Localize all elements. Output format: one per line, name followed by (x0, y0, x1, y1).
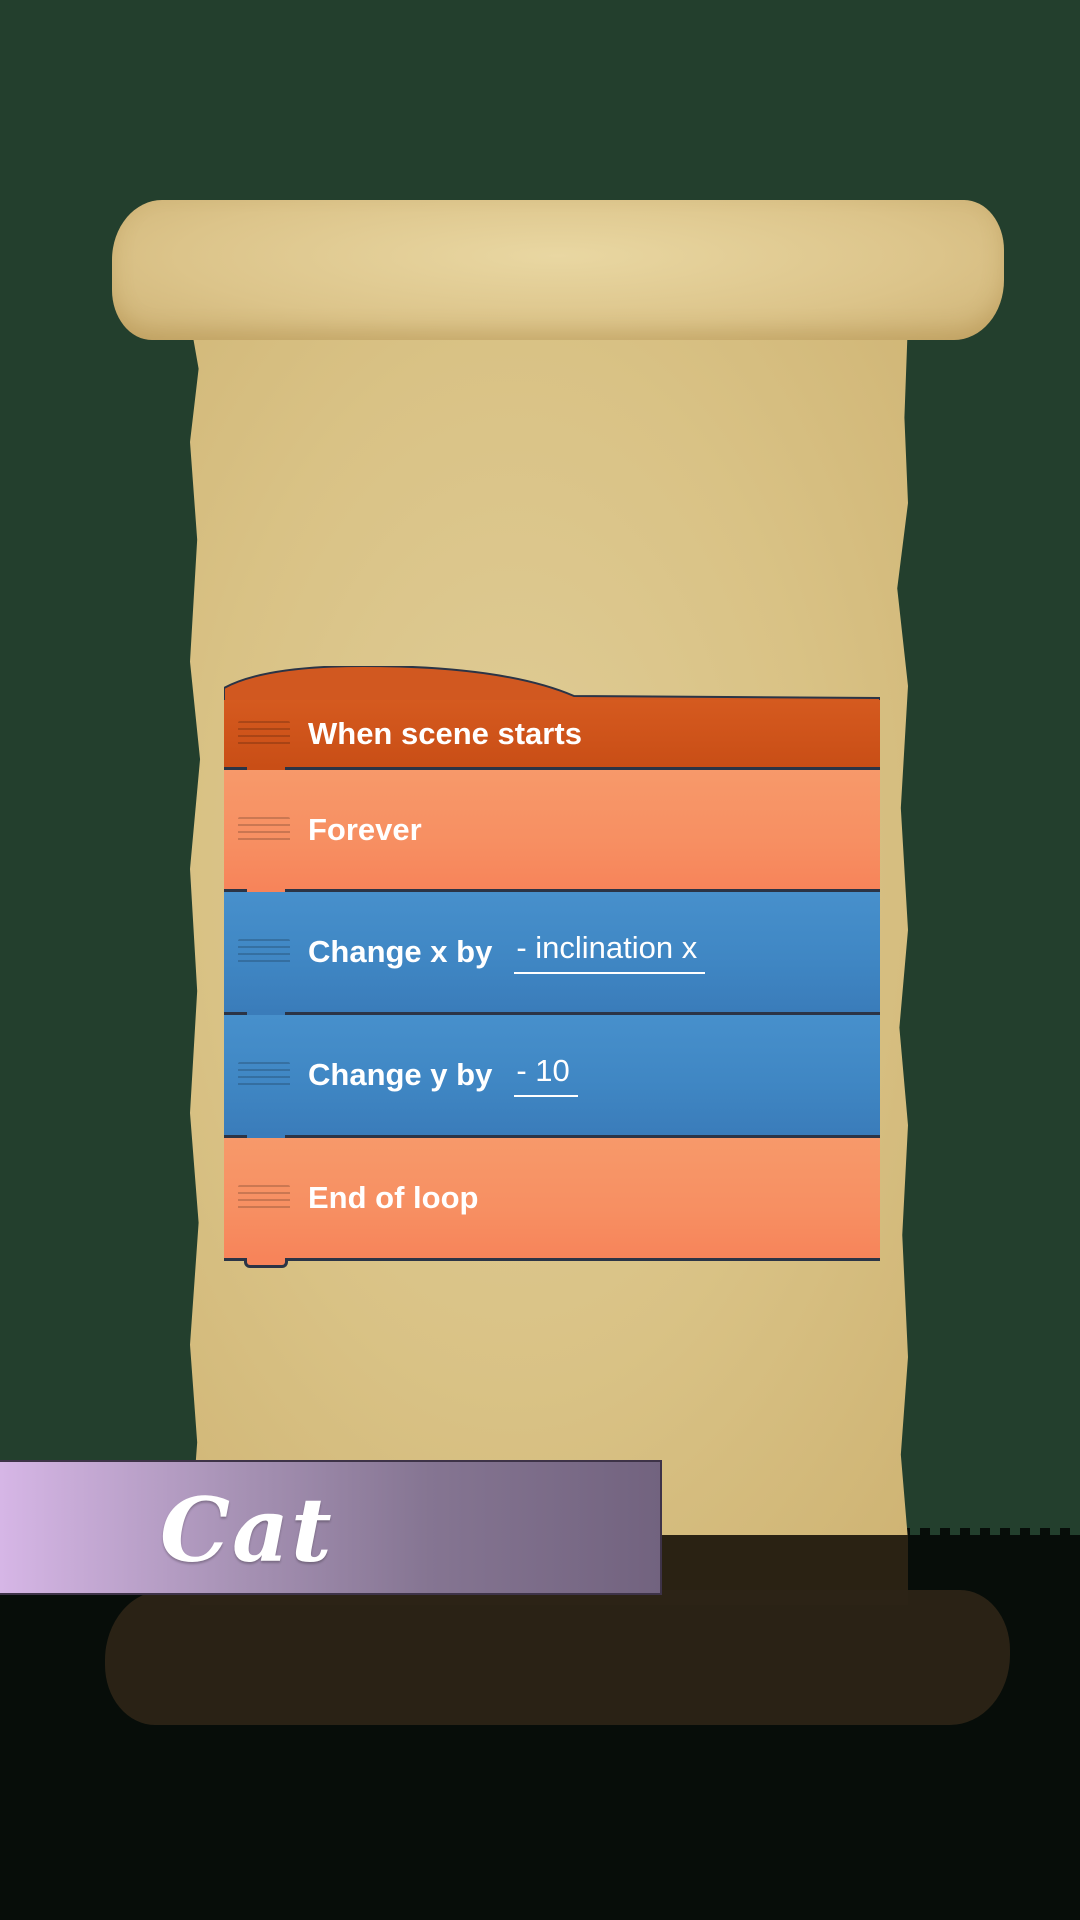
scroll-bottom-roll (105, 1590, 1010, 1725)
change-x-block[interactable]: Change x by - inclination x (224, 892, 880, 1022)
change-y-block[interactable]: Change y by - 10 (224, 1015, 880, 1145)
drag-handle-icon[interactable] (238, 1185, 290, 1211)
block-notch (244, 1258, 288, 1268)
change-x-value-field[interactable]: - inclination x (514, 930, 706, 974)
when-scene-starts-block[interactable]: When scene starts (224, 700, 880, 777)
drag-handle-icon[interactable] (238, 816, 290, 843)
scroll-top-roll (112, 200, 1004, 340)
block-label: Change y by (308, 1057, 493, 1092)
sprite-name: Cat (160, 1478, 334, 1582)
block-label: When scene starts (308, 715, 582, 751)
end-of-loop-block[interactable]: End of loop (224, 1138, 880, 1268)
change-y-value-field[interactable]: - 10 (514, 1053, 578, 1097)
block-label: End of loop (308, 1180, 479, 1215)
sprite-name-banner[interactable]: Cat (0, 1460, 662, 1595)
drag-handle-icon[interactable] (238, 720, 290, 747)
forever-block[interactable]: Forever (224, 770, 880, 899)
block-label: Forever (308, 811, 422, 847)
drag-handle-icon[interactable] (238, 1062, 290, 1088)
block-label: Change x by (308, 934, 493, 969)
drag-handle-icon[interactable] (238, 939, 290, 965)
